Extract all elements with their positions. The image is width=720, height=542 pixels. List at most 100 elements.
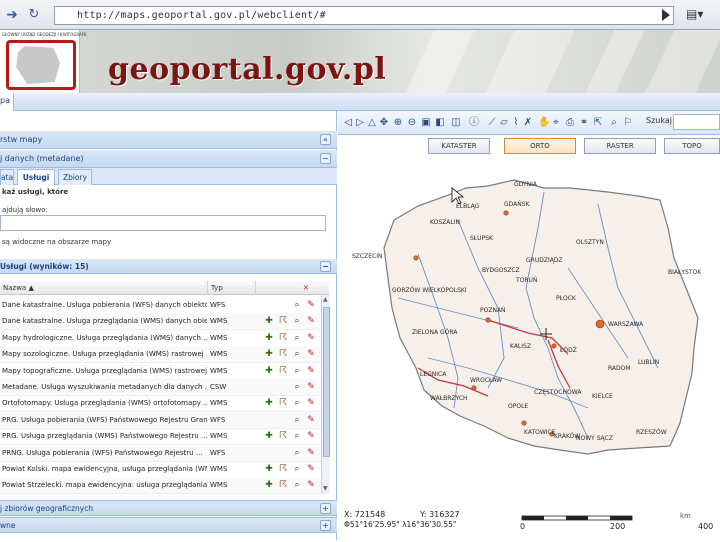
edit-icon[interactable]: ✎: [306, 333, 316, 343]
zoom-to-icon[interactable]: ⌕: [292, 415, 302, 425]
map-search-input[interactable]: [673, 114, 720, 130]
locate-icon[interactable]: ⌖: [550, 116, 562, 129]
zoom-to-icon[interactable]: ⌕: [292, 349, 302, 359]
full-extent-icon[interactable]: ◧: [434, 116, 446, 129]
hand-icon[interactable]: ✋: [538, 116, 550, 129]
scroll-up-icon[interactable]: ▲: [323, 296, 328, 303]
add-layer-icon[interactable]: ✚: [264, 398, 274, 408]
metadata-icon[interactable]: ☈: [278, 349, 288, 359]
add-layer-icon[interactable]: ✚: [264, 349, 274, 359]
table-row[interactable]: PRG. Usługa pobierania (WFS) Państwowego…: [0, 411, 329, 429]
metadata-icon[interactable]: ☈: [278, 480, 288, 490]
edit-icon[interactable]: ✎: [306, 349, 316, 359]
table-row[interactable]: Powiat Strzelecki. mapa ewidencyjna: usł…: [0, 477, 329, 495]
edit-icon[interactable]: ✎: [306, 398, 316, 408]
panel-header-other[interactable]: wne +: [0, 517, 337, 533]
collapse-all-icon[interactable]: «: [320, 134, 331, 145]
edit-icon[interactable]: ✎: [306, 480, 316, 490]
scroll-down-icon[interactable]: ▼: [323, 485, 328, 492]
zoom-out-icon[interactable]: ⊖: [406, 116, 418, 129]
metadata-icon[interactable]: ☈: [278, 333, 288, 343]
table-row[interactable]: Mapy topograficzne. Usługa przeglądania …: [0, 363, 329, 380]
scroll-thumb[interactable]: [323, 307, 330, 457]
edit-icon[interactable]: ✎: [306, 431, 316, 441]
metadata-icon[interactable]: ☈: [278, 431, 288, 441]
expand-icon[interactable]: +: [320, 520, 331, 531]
results-scrollbar[interactable]: ▲ ▼: [321, 295, 330, 493]
table-row[interactable]: Mapy hydrologiczne. Usługa przeglądania …: [0, 330, 329, 347]
zoom-to-icon[interactable]: ⌕: [292, 431, 302, 441]
clear-icon[interactable]: ✕: [303, 281, 309, 295]
pan-icon[interactable]: ✥: [378, 116, 390, 129]
table-row[interactable]: PRNG. Usługa pobierania (WFS) Państwoweg…: [0, 444, 329, 462]
previous-view-icon[interactable]: ◫: [450, 116, 462, 129]
keyword-input[interactable]: [0, 215, 326, 231]
edit-icon[interactable]: ✎: [306, 464, 316, 474]
add-layer-icon[interactable]: ✚: [264, 431, 274, 441]
print-icon[interactable]: ⎙: [564, 116, 576, 129]
measure-distance-icon[interactable]: ⟋: [486, 116, 498, 129]
link-icon[interactable]: ⚭: [578, 116, 590, 129]
zoom-to-icon[interactable]: ⌕: [292, 480, 302, 490]
page-menu-icon[interactable]: ▤▾: [686, 7, 716, 24]
panel-header-geodatasets[interactable]: j zbiorów geograficznych +: [0, 500, 337, 516]
tab-data[interactable]: ata: [0, 169, 14, 185]
layer-button-topo[interactable]: TOPO: [664, 138, 720, 154]
forward-arrow-icon[interactable]: ➜: [2, 5, 22, 25]
refresh-icon[interactable]: ↻: [24, 5, 44, 25]
table-row[interactable]: Mapy sozologiczne. Usługa przeglądania (…: [0, 346, 329, 364]
edit-icon[interactable]: ✎: [306, 300, 316, 310]
search-map-icon[interactable]: ⌕: [608, 116, 620, 129]
table-row[interactable]: Ortofotomapy. Usługa przeglądania (WMS) …: [0, 395, 329, 413]
table-row[interactable]: Metadane. Usługa wyszukiwania metadanych…: [0, 379, 329, 396]
metadata-icon[interactable]: ☈: [278, 398, 288, 408]
zoom-to-icon[interactable]: ⌕: [292, 464, 302, 474]
expand-icon[interactable]: +: [320, 503, 331, 514]
edit-icon[interactable]: ✎: [306, 415, 316, 425]
address-bar[interactable]: http://maps.geoportal.gov.pl/webclient/#: [54, 6, 674, 25]
export-icon[interactable]: ⇱: [592, 116, 604, 129]
metadata-icon[interactable]: ☈: [278, 316, 288, 326]
info-icon[interactable]: ⓘ: [468, 116, 480, 129]
table-row[interactable]: Powiat Kolski. mapa ewidencyjna, usługa …: [0, 461, 329, 478]
panel-header-metadata[interactable]: j danych (metadane) −: [0, 150, 337, 168]
zoom-to-icon[interactable]: ⌕: [292, 333, 302, 343]
edit-icon[interactable]: ✎: [306, 366, 316, 376]
add-layer-icon[interactable]: ✚: [264, 366, 274, 376]
column-name[interactable]: Nazwa ▲: [0, 281, 208, 295]
edit-icon[interactable]: ✎: [306, 448, 316, 458]
zoom-to-icon[interactable]: ⌕: [292, 316, 302, 326]
zoom-to-icon[interactable]: ⌕: [292, 398, 302, 408]
zoom-in-icon[interactable]: ⊕: [392, 116, 404, 129]
pan-up-icon[interactable]: △: [366, 116, 378, 129]
zoom-to-icon[interactable]: ⌕: [292, 300, 302, 310]
add-layer-icon[interactable]: ✚: [264, 316, 274, 326]
pan-left-icon[interactable]: ◁: [342, 116, 354, 129]
zoom-to-icon[interactable]: ⌕: [292, 382, 302, 392]
edit-icon[interactable]: ✎: [306, 382, 316, 392]
collapse-icon[interactable]: −: [320, 153, 331, 164]
zoom-box-icon[interactable]: ▣: [420, 116, 432, 129]
layer-button-kataster[interactable]: KATASTER: [428, 138, 490, 154]
pan-right-icon[interactable]: ▷: [354, 116, 366, 129]
tab-datasets[interactable]: Zbiory: [58, 169, 92, 185]
table-row[interactable]: Dane katastralne. Usługa przeglądania (W…: [0, 313, 329, 331]
panel-header-map-content[interactable]: rstw mapy «: [0, 131, 337, 149]
edit-icon[interactable]: ✎: [306, 316, 316, 326]
map-canvas[interactable]: ELBLĄG GDYNIA GDAŃSK KOSZALIN SŁUPSK OLSZTYN S…: [338, 158, 720, 508]
measure-area-icon[interactable]: ▱: [498, 116, 510, 129]
column-type[interactable]: Typ: [208, 281, 256, 295]
add-layer-icon[interactable]: ✚: [264, 333, 274, 343]
profile-icon[interactable]: ⌇: [510, 116, 522, 129]
collapse-icon[interactable]: −: [320, 261, 331, 272]
layer-button-raster[interactable]: RASTER: [584, 138, 656, 154]
add-layer-icon[interactable]: ✚: [264, 464, 274, 474]
add-layer-icon[interactable]: ✚: [264, 480, 274, 490]
metadata-icon[interactable]: ☈: [278, 464, 288, 474]
bookmark-icon[interactable]: ⚐: [622, 116, 634, 129]
poland-map[interactable]: ELBLĄGGDYNIAGDAŃSKKOSZALINSŁUPSKOLSZTYNS…: [338, 158, 720, 508]
table-row[interactable]: Dane katastralne. Usługa pobierania (WFS…: [0, 297, 329, 314]
clear-measure-icon[interactable]: ✗: [522, 116, 534, 129]
table-row[interactable]: PRG. Usługa przeglądania (WMS) Państwowe…: [0, 428, 329, 446]
tab-services[interactable]: Usługi: [17, 169, 55, 185]
